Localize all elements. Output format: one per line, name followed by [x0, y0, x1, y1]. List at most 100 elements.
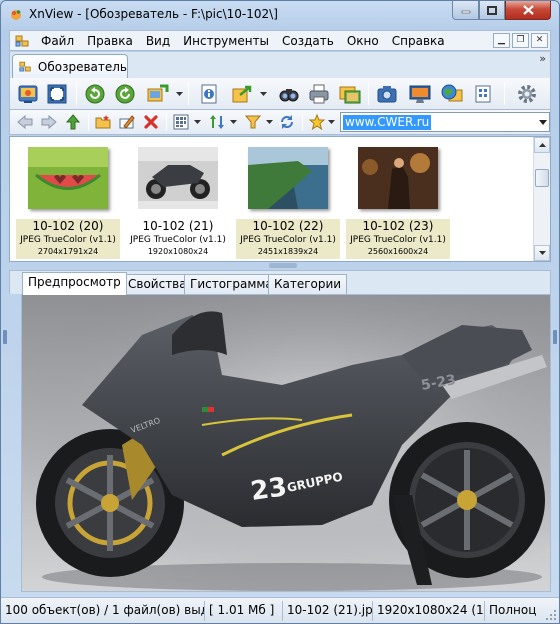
document-tab-bar: Обозреватель » — [9, 52, 551, 78]
find-button[interactable] — [276, 82, 302, 106]
minimize-button[interactable] — [452, 1, 479, 20]
thumbnail-name: 10-102 (23) — [362, 219, 434, 233]
pane-splitter[interactable] — [9, 262, 551, 270]
rename-icon — [119, 115, 135, 129]
title-bar[interactable]: XnView - [Обозреватель - F:\pic\10-102\] — [1, 1, 559, 28]
web-button[interactable] — [438, 82, 466, 106]
image-preview[interactable]: 23 GRUPPO 5-23 VELTRO — [21, 294, 551, 592]
menu-create[interactable]: Создать — [276, 34, 341, 48]
mdi-restore-button[interactable]: ❐ — [512, 33, 529, 48]
scroll-thumb[interactable] — [535, 169, 549, 187]
favorites-button[interactable] — [308, 113, 326, 131]
convert-button[interactable] — [144, 82, 172, 106]
thumbnail-item[interactable]: 10-102 (22) JPEG TrueColor (v1.1) 2451x1… — [236, 141, 340, 259]
motorcycle-photo: 23 GRUPPO 5-23 VELTRO — [22, 295, 550, 591]
maximize-button[interactable] — [479, 1, 505, 20]
fullscreen-icon — [47, 84, 67, 104]
left-grip-icon[interactable] — [3, 330, 7, 344]
favorites-dropdown-icon[interactable] — [328, 120, 335, 125]
address-dropdown-icon[interactable] — [539, 120, 547, 125]
properties-button[interactable] — [196, 82, 222, 106]
back-button[interactable] — [16, 113, 34, 131]
menu-edit[interactable]: Правка — [81, 34, 140, 48]
right-grip-icon[interactable] — [553, 330, 557, 344]
tab-categories[interactable]: Категории — [268, 274, 348, 294]
menu-view[interactable]: Вид — [140, 34, 177, 48]
thumbnails-grid-icon — [173, 114, 189, 130]
tab-browser-label: Обозреватель — [37, 59, 127, 74]
rotate-left-button[interactable] — [82, 82, 108, 106]
menu-file[interactable]: Файл — [35, 34, 81, 48]
fullscreen-button[interactable] — [44, 82, 70, 106]
stack-button[interactable] — [470, 82, 496, 106]
right-panel-splitter[interactable] — [552, 270, 558, 592]
tab-preview[interactable]: Предпросмотр — [22, 272, 127, 295]
slideshow-icon — [339, 86, 361, 104]
set-wallpaper-button[interactable] — [406, 82, 434, 106]
star-icon — [309, 114, 325, 130]
maximize-icon — [487, 5, 497, 15]
stack-icon — [475, 85, 491, 103]
resize-grip-icon[interactable] — [546, 610, 556, 620]
chevron-down-icon — [538, 251, 546, 255]
close-button[interactable] — [505, 1, 551, 20]
splitter-grip[interactable] — [269, 263, 297, 268]
filter-dropdown-icon[interactable] — [266, 120, 273, 125]
scroll-down-button[interactable] — [534, 245, 550, 261]
arrow-up-icon — [65, 114, 81, 130]
export-dropdown-icon[interactable] — [260, 92, 267, 97]
scroll-up-button[interactable] — [534, 137, 550, 153]
thumbnail-item[interactable]: 10-102 (23) JPEG TrueColor (v1.1) 2560x1… — [346, 141, 450, 259]
thumbnail-item[interactable]: 10-102 (21) JPEG TrueColor (v1.1) 1920x1… — [126, 141, 230, 259]
rename-button[interactable] — [118, 113, 136, 131]
mdi-minimize-button[interactable]: ▁ — [493, 33, 510, 48]
find-icon — [279, 89, 299, 102]
preview-tab-bar: Предпросмотр Свойства Гистограмма Катего… — [9, 270, 551, 295]
filter-button[interactable] — [244, 113, 262, 131]
chevron-up-icon — [538, 143, 546, 147]
browser-doc-icon — [15, 35, 29, 47]
forward-button[interactable] — [40, 113, 58, 131]
thumbnail-item[interactable]: 10-102 (20) JPEG TrueColor (v1.1) 2704x1… — [16, 141, 120, 259]
convert-dropdown-icon[interactable] — [176, 92, 183, 97]
export-button[interactable] — [228, 82, 256, 106]
bike-number: 23 — [249, 472, 289, 507]
capture-button[interactable] — [374, 82, 400, 106]
menu-window[interactable]: Окно — [341, 34, 386, 48]
menu-tools[interactable]: Инструменты — [177, 34, 276, 48]
print-icon — [309, 84, 329, 104]
sort-button[interactable] — [208, 113, 226, 131]
filter-icon — [245, 115, 261, 129]
toolbar-overflow-icon[interactable]: » — [539, 52, 546, 65]
refresh-button[interactable] — [278, 113, 296, 131]
sort-dropdown-icon[interactable] — [230, 120, 237, 125]
refresh-icon — [281, 115, 293, 129]
menu-help[interactable]: Справка — [386, 34, 452, 48]
view-mode-button[interactable] — [172, 113, 190, 131]
browser-icon — [18, 85, 38, 103]
delete-button[interactable] — [142, 113, 160, 131]
left-panel-splitter[interactable] — [2, 270, 8, 592]
print-button[interactable] — [306, 82, 332, 106]
delete-icon — [144, 115, 158, 129]
xnview-window: XnView - [Обозреватель - F:\pic\10-102\]… — [0, 0, 560, 624]
new-folder-button[interactable] — [94, 113, 112, 131]
up-folder-button[interactable] — [64, 113, 82, 131]
thumbnail-scrollbar[interactable] — [533, 137, 550, 261]
address-value: www.CWER.ru — [343, 115, 432, 130]
address-combobox[interactable]: www.CWER.ru — [340, 112, 550, 132]
thumbnail-name: 10-102 (21) — [142, 219, 214, 233]
tab-browser[interactable]: Обозреватель — [12, 54, 128, 78]
refresh-left-icon — [85, 84, 105, 104]
thumbnail-image-watermelon — [28, 147, 108, 209]
settings-button[interactable] — [514, 82, 540, 106]
thumbnail-image-motorcycle — [138, 147, 218, 209]
status-bar: 100 объект(ов) / 1 файл(ов) выделено [ 1… — [1, 597, 559, 623]
tab-properties[interactable]: Свойства — [122, 274, 193, 294]
slideshow-button[interactable] — [336, 82, 364, 106]
mdi-close-button[interactable]: ✕ — [531, 33, 548, 48]
view-mode-dropdown-icon[interactable] — [194, 120, 201, 125]
tab-histogram[interactable]: Гистограмма — [184, 274, 279, 294]
rotate-right-button[interactable] — [112, 82, 138, 106]
browser-button[interactable] — [15, 82, 41, 106]
